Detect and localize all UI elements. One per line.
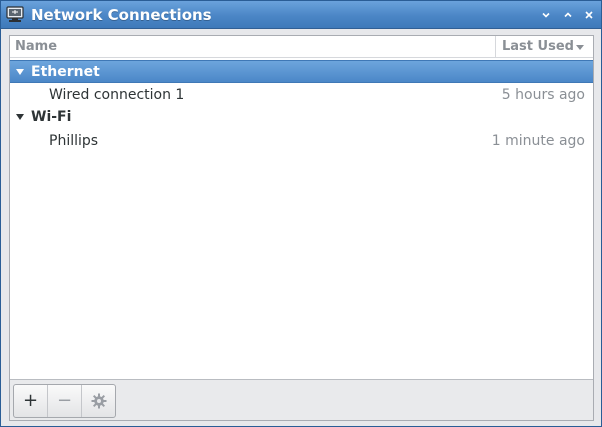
- list-toolbar: + −: [10, 379, 593, 420]
- sort-descending-icon[interactable]: [576, 45, 584, 50]
- chevron-down-icon: [542, 12, 550, 18]
- chevron-up-icon: [564, 12, 572, 18]
- maximize-button[interactable]: [560, 7, 576, 23]
- group-row-ethernet[interactable]: Ethernet: [10, 60, 593, 83]
- title-bar[interactable]: Network Connections: [1, 1, 601, 29]
- remove-connection-button[interactable]: −: [48, 385, 82, 417]
- minimize-button[interactable]: [538, 7, 554, 23]
- connection-row-wired-connection-1[interactable]: Wired connection 1 5 hours ago: [10, 83, 593, 106]
- connection-last-used: 1 minute ago: [491, 133, 585, 149]
- add-icon: +: [22, 390, 39, 411]
- close-icon: [585, 11, 593, 19]
- column-header-name[interactable]: Name: [15, 39, 57, 55]
- gear-icon: [91, 393, 106, 409]
- column-separator[interactable]: [495, 36, 496, 58]
- network-icon: [6, 6, 24, 22]
- add-connection-button[interactable]: +: [14, 385, 48, 417]
- network-connections-window: Network Connections Name Last Used Ether…: [0, 0, 602, 427]
- toolbar-button-group: + −: [13, 384, 116, 418]
- window-title: Network Connections: [31, 6, 212, 24]
- connection-last-used: 5 hours ago: [501, 87, 585, 103]
- expander-down-icon[interactable]: [16, 69, 24, 75]
- connection-name: Wired connection 1: [49, 87, 185, 103]
- list-header: Name Last Used: [10, 36, 593, 58]
- group-row-wifi[interactable]: Wi-Fi: [10, 106, 593, 129]
- connection-name: Phillips: [49, 133, 99, 149]
- group-label: Ethernet: [31, 64, 100, 80]
- column-header-last-used[interactable]: Last Used: [502, 39, 574, 55]
- connections-list: Name Last Used Ethernet Wired connection…: [9, 35, 594, 421]
- remove-icon: −: [56, 390, 73, 411]
- edit-connection-button[interactable]: [82, 385, 115, 417]
- close-button[interactable]: [581, 7, 597, 23]
- group-label: Wi-Fi: [31, 109, 72, 125]
- expander-down-icon[interactable]: [16, 114, 24, 120]
- connection-row-phillips[interactable]: Phillips 1 minute ago: [10, 129, 593, 152]
